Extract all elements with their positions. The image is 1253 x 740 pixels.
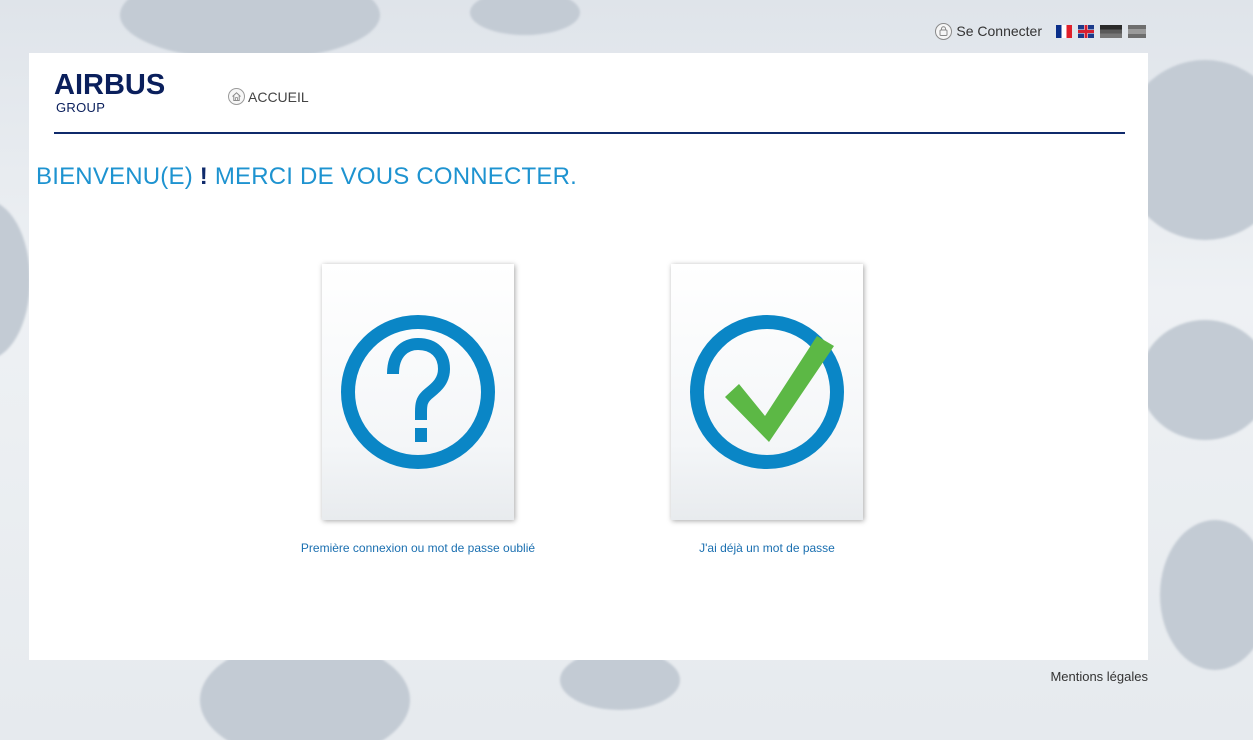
flag-de-icon[interactable] bbox=[1100, 24, 1122, 38]
logo-sub-text: GROUP bbox=[56, 100, 106, 115]
flag-es-icon[interactable] bbox=[1128, 24, 1146, 38]
logo-main-text: AIRBUS bbox=[54, 69, 166, 101]
main-panel: AIRBUS GROUP ACCUEIL BIENVENU(E) ! MERCI… bbox=[29, 53, 1148, 660]
question-circle-icon bbox=[341, 315, 495, 469]
legal-mentions-link[interactable]: Mentions légales bbox=[1050, 669, 1148, 684]
page-title-part2: MERCI DE VOUS CONNECTER. bbox=[207, 163, 577, 190]
home-icon bbox=[228, 88, 245, 105]
login-link[interactable]: Se Connecter bbox=[935, 22, 1042, 40]
existing-password-label[interactable]: J'ai déjà un mot de passe bbox=[699, 539, 835, 557]
home-link[interactable]: ACCUEIL bbox=[228, 88, 309, 105]
flag-fr-icon[interactable] bbox=[1056, 24, 1072, 38]
existing-password-option[interactable]: J'ai déjà un mot de passe bbox=[637, 264, 897, 557]
first-login-card[interactable] bbox=[322, 264, 514, 520]
page-title-exclamation: ! bbox=[199, 163, 208, 190]
flag-uk-icon[interactable] bbox=[1078, 24, 1094, 38]
top-bar: Se Connecter bbox=[935, 20, 1146, 42]
airbus-group-logo[interactable]: AIRBUS GROUP bbox=[54, 69, 166, 115]
first-login-label[interactable]: Première connexion ou mot de passe oubli… bbox=[288, 539, 548, 557]
page-title: BIENVENU(E) ! MERCI DE VOUS CONNECTER. bbox=[36, 163, 577, 191]
login-link-label: Se Connecter bbox=[956, 23, 1042, 39]
lock-icon bbox=[935, 22, 953, 40]
existing-password-card[interactable] bbox=[671, 264, 863, 520]
home-link-label: ACCUEIL bbox=[248, 88, 309, 105]
check-circle-icon bbox=[690, 315, 844, 469]
first-login-option[interactable]: Première connexion ou mot de passe oubli… bbox=[288, 264, 548, 557]
header: AIRBUS GROUP ACCUEIL bbox=[54, 71, 1125, 134]
page-title-part1: BIENVENU(E) bbox=[36, 163, 200, 190]
